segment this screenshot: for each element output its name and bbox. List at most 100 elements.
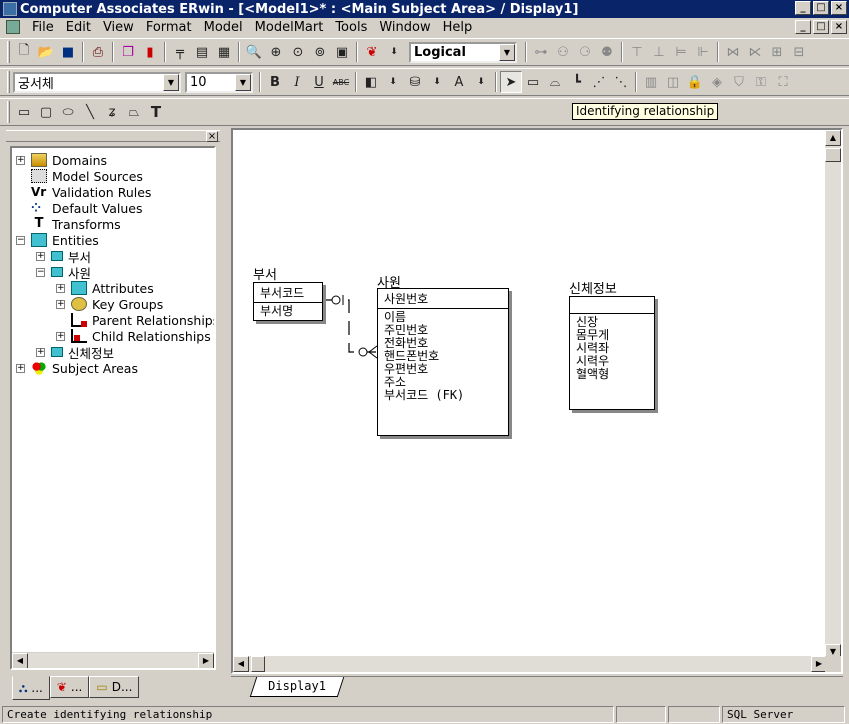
hierarchy-icon[interactable]: ⚆	[574, 41, 596, 63]
tab-display1[interactable]: Display1	[249, 677, 345, 697]
tab-subject-areas[interactable]: ❦ ...	[49, 676, 90, 698]
pointer-tool-icon[interactable]: ➤	[500, 71, 522, 93]
print-icon[interactable]: ⎙	[87, 41, 109, 63]
menu-edit[interactable]: Edit	[60, 20, 97, 35]
relationship-icon[interactable]: ⊶	[530, 41, 552, 63]
diagram-vertical-scrollbar[interactable]: ▲ ▼	[825, 130, 841, 660]
align-left-icon[interactable]: ⊩	[692, 41, 714, 63]
tree-layout-icon[interactable]: ⚇	[552, 41, 574, 63]
space-v-icon[interactable]: ⋉	[744, 41, 766, 63]
align-top-icon[interactable]: ⊤	[626, 41, 648, 63]
mdi-minimize-button[interactable]: _	[795, 20, 811, 34]
scroll-left-icon[interactable]: ◀	[233, 656, 249, 672]
close-button[interactable]: ×	[831, 1, 847, 15]
entity-tool-icon[interactable]: ▭	[522, 71, 544, 93]
format-icon[interactable]: ╤	[169, 41, 191, 63]
tree-item-attributes[interactable]: + Attributes	[56, 280, 154, 296]
open-icon[interactable]: 📂	[35, 41, 57, 63]
scroll-left-icon[interactable]: ◀	[12, 653, 28, 668]
paint-dropdown-icon[interactable]: ⬇	[426, 71, 448, 93]
tree-item-entity-body[interactable]: + 신체정보	[36, 344, 114, 361]
vertical-scroll-thumb[interactable]	[825, 148, 841, 162]
menu-modelmart[interactable]: ModelMart	[249, 20, 330, 35]
lock-icon[interactable]: 🔒	[684, 71, 706, 93]
view-icon[interactable]: ◫	[662, 71, 684, 93]
many-to-many-relationship-icon[interactable]: ⋰	[588, 71, 610, 93]
diagram-canvas[interactable]: 부서 부서코드 부서명 사원 사원번호 이름 주민번호 전화번호 핸드폰번호 우…	[231, 128, 843, 674]
tree-item-default-values[interactable]: ⁘ Default Values	[31, 200, 143, 216]
ellipse-tool-icon[interactable]: ⬭	[57, 101, 79, 123]
fill-dropdown-icon[interactable]: ⬇	[382, 71, 404, 93]
tree-item-transforms[interactable]: T Transforms	[31, 216, 121, 232]
fill-color-icon[interactable]: ◧	[360, 71, 382, 93]
rounded-rect-tool-icon[interactable]: ▢	[35, 101, 57, 123]
zoom-actual-icon[interactable]: ⊚	[309, 41, 331, 63]
chevron-down-icon[interactable]: ▼	[235, 73, 251, 91]
tree-item-subject-areas[interactable]: + Subject Areas	[16, 360, 138, 376]
line-tool-icon[interactable]: ╲	[79, 101, 101, 123]
italic-button[interactable]: I	[286, 71, 308, 93]
menu-tools[interactable]: Tools	[329, 20, 373, 35]
font-color-icon[interactable]: A	[448, 71, 470, 93]
underline-button[interactable]: U	[308, 71, 330, 93]
zoom-all-icon[interactable]: ▣	[331, 41, 353, 63]
scroll-right-icon[interactable]: ▶	[198, 653, 214, 668]
menu-window[interactable]: Window	[373, 20, 436, 35]
mdi-restore-button[interactable]: □	[813, 20, 829, 34]
maximize-button[interactable]: □	[813, 1, 829, 15]
tree-item-domains[interactable]: + Domains	[16, 152, 107, 168]
menu-view[interactable]: View	[97, 20, 140, 35]
table-display-icon[interactable]: ▦	[213, 41, 235, 63]
save-icon[interactable]: ■	[57, 41, 79, 63]
explorer-close-icon[interactable]: ×	[206, 131, 218, 142]
align-bottom-icon[interactable]: ⊨	[670, 41, 692, 63]
rectangle-tool-icon[interactable]: ▭	[13, 101, 35, 123]
entity-display-icon[interactable]: ▤	[191, 41, 213, 63]
trigger-icon[interactable]: ⚿	[750, 71, 772, 93]
font-color-dropdown-icon[interactable]: ⬇	[470, 71, 492, 93]
minimize-button[interactable]: _	[795, 1, 811, 15]
toolbar-grip[interactable]	[7, 41, 10, 63]
document-icon[interactable]	[6, 20, 20, 34]
align-middle-icon[interactable]: ⊥	[648, 41, 670, 63]
tree-item-model-sources[interactable]: Model Sources	[31, 168, 143, 184]
stored-proc-icon[interactable]: ⛶	[772, 71, 794, 93]
erwin-app-icon[interactable]	[3, 2, 17, 16]
relationship-line[interactable]	[233, 130, 827, 660]
diagram-horizontal-scrollbar[interactable]: ◀ ▶	[233, 656, 827, 672]
tree-item-validation-rules[interactable]: Vr Validation Rules	[31, 184, 151, 200]
tree-item-parent-relationships[interactable]: Parent Relationships	[71, 312, 214, 328]
strikethrough-button[interactable]: ABC	[330, 71, 352, 93]
text-tool-icon[interactable]: T	[145, 101, 167, 123]
polygon-tool-icon[interactable]: ⏢	[123, 101, 145, 123]
zoom-out-icon[interactable]: 🔍	[243, 41, 265, 63]
identifying-relationship-icon[interactable]: ┗	[566, 71, 588, 93]
tree-item-entity-emp[interactable]: − 사원	[36, 264, 91, 281]
menu-file[interactable]: File	[26, 20, 60, 35]
menu-format[interactable]: Format	[140, 20, 198, 35]
bold-button[interactable]: B	[264, 71, 286, 93]
space-h-icon[interactable]: ⋈	[722, 41, 744, 63]
tree-horizontal-scrollbar[interactable]: ◀ ▶	[12, 652, 214, 668]
table-icon[interactable]: ▥	[640, 71, 662, 93]
cube-icon[interactable]: ◈	[706, 71, 728, 93]
center-icon[interactable]: ⊞	[766, 41, 788, 63]
horizontal-scroll-thumb[interactable]	[251, 656, 265, 672]
paint-icon[interactable]: ⛁	[404, 71, 426, 93]
mdi-close-button[interactable]: ×	[831, 20, 847, 34]
subject-area-icon[interactable]: ❦	[361, 41, 383, 63]
new-icon[interactable]: 🗋	[13, 41, 35, 63]
dropdown-arrow-icon[interactable]: ⬇	[383, 41, 405, 63]
copy-icon[interactable]: ❐	[117, 41, 139, 63]
zoom-in-icon[interactable]: ⊕	[265, 41, 287, 63]
tree-item-key-groups[interactable]: + Key Groups	[56, 296, 163, 312]
tab-domains[interactable]: ▭ D...	[89, 676, 140, 698]
polyline-tool-icon[interactable]: ʑ	[101, 101, 123, 123]
scroll-up-icon[interactable]: ▲	[825, 130, 841, 146]
chevron-down-icon[interactable]: ▼	[163, 73, 179, 91]
non-identifying-relationship-icon[interactable]: ⋱	[610, 71, 632, 93]
menu-help[interactable]: Help	[437, 20, 479, 35]
view-mode-select[interactable]: Logical ▼	[409, 41, 517, 63]
subtype-tool-icon[interactable]: ⌓	[544, 71, 566, 93]
zoom-fit-icon[interactable]: ⊙	[287, 41, 309, 63]
